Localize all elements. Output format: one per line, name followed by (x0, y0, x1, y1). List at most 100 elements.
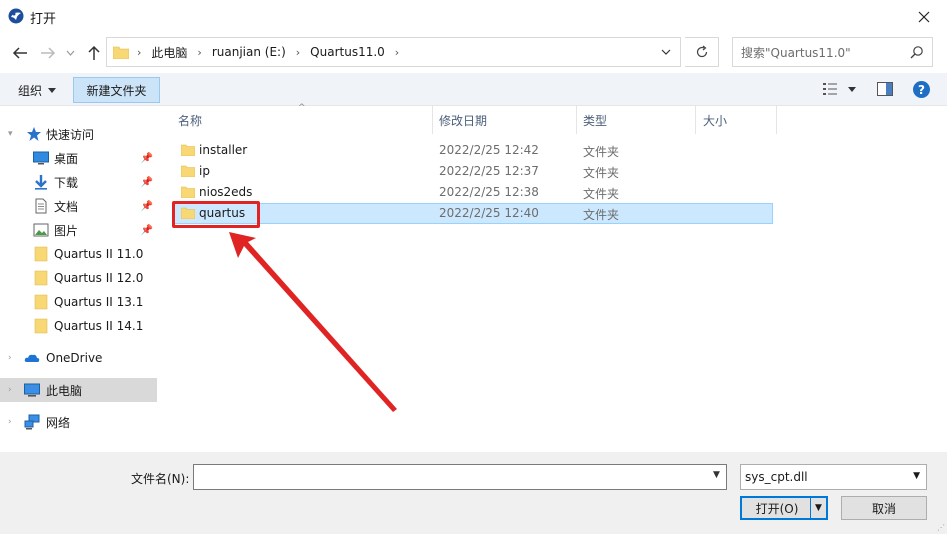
sidebar-item-label: 文档 (54, 199, 79, 214)
breadcrumb-separator: › (394, 45, 400, 59)
picture-icon (33, 223, 49, 237)
preview-pane-icon[interactable] (877, 82, 893, 96)
column-header-size[interactable]: 大小 (703, 106, 727, 134)
sidebar-item-onedrive[interactable]: › OneDrive (0, 346, 157, 370)
file-date: 2022/2/25 12:37 (439, 164, 539, 178)
file-type-filter[interactable]: sys_cpt.dll ▼ (740, 464, 927, 490)
view-options-button[interactable] (822, 82, 856, 96)
file-name: ip (199, 164, 210, 178)
open-button[interactable]: 打开(O) ▼ (740, 496, 828, 520)
address-bar[interactable]: › 此电脑 › ruanjian (E:) › Quartus11.0 › (106, 37, 681, 67)
sidebar-item-label: 快速访问 (46, 127, 95, 142)
network-icon (24, 414, 40, 430)
address-history-dropdown[interactable] (652, 38, 680, 66)
column-header-name[interactable]: 名称 (178, 106, 202, 134)
breadcrumb-separator: › (295, 45, 301, 59)
arrow-up-icon (88, 45, 100, 60)
expand-icon[interactable]: › (8, 385, 12, 395)
sidebar-item-quartus-14[interactable]: Quartus II 14.1 (0, 314, 157, 338)
column-header-date[interactable]: 修改日期 (439, 106, 487, 134)
command-toolbar: 组织 新建文件夹 ? (0, 73, 947, 106)
sidebar-item-quick-access[interactable]: ▾ 快速访问 (0, 122, 157, 146)
resize-grip-icon[interactable]: ⋰ (937, 523, 945, 532)
breadcrumb-separator: › (197, 45, 202, 59)
file-type: 文件夹 (583, 208, 620, 222)
navigation-pane: ▾ 快速访问 桌面 📌 下载 📌 文档 📌 图片 📌 Quartus II 11… (0, 106, 160, 452)
file-date: 2022/2/25 12:38 (439, 185, 539, 199)
sidebar-item-pictures[interactable]: 图片 📌 (0, 218, 157, 242)
sidebar-item-label: 图片 (54, 223, 79, 238)
star-icon (27, 127, 41, 141)
cancel-button[interactable]: 取消 (841, 496, 927, 520)
file-type: 文件夹 (583, 187, 620, 201)
title-bar: 打开 (0, 0, 947, 33)
file-row[interactable]: installer 2022/2/25 12:42 文件夹 (173, 140, 773, 161)
column-divider[interactable] (576, 106, 577, 134)
window-title: 打开 (30, 12, 57, 27)
organize-menu[interactable]: 组织 (18, 82, 57, 99)
folder-icon (113, 46, 129, 59)
expand-icon[interactable]: › (8, 353, 12, 363)
expand-icon[interactable]: ▾ (8, 129, 13, 139)
sidebar-item-quartus-11[interactable]: Quartus II 11.0 (0, 242, 157, 266)
up-button[interactable] (82, 41, 106, 65)
open-options-dropdown[interactable]: ▼ (810, 498, 826, 518)
breadcrumb-this-pc[interactable]: 此电脑 (151, 44, 187, 61)
refresh-icon (696, 45, 707, 58)
app-icon (8, 8, 24, 24)
file-type-filter-value: sys_cpt.dll (745, 470, 808, 484)
column-header-type[interactable]: 类型 (583, 106, 607, 134)
filename-label: 文件名(N): (131, 472, 190, 486)
breadcrumb-drive[interactable]: ruanjian (E:) (212, 45, 286, 59)
forward-button[interactable] (36, 41, 60, 65)
help-button[interactable]: ? (913, 81, 930, 98)
pin-icon: 📌 (140, 152, 153, 164)
search-box[interactable]: 搜索"Quartus11.0" (732, 37, 933, 67)
filename-input[interactable] (193, 464, 727, 490)
sidebar-item-quartus-12[interactable]: Quartus II 12.0 (0, 266, 157, 290)
column-divider[interactable] (432, 106, 433, 134)
sidebar-item-label: 此电脑 (46, 383, 83, 398)
caret-down-icon (848, 86, 856, 92)
chevron-down-icon: ▼ (913, 471, 920, 481)
cloud-icon (24, 354, 40, 362)
back-button[interactable] (8, 41, 32, 65)
file-row[interactable]: ip 2022/2/25 12:37 文件夹 (173, 161, 773, 182)
sidebar-item-quartus-13[interactable]: Quartus II 13.1 (0, 290, 157, 314)
file-date: 2022/2/25 12:40 (439, 206, 539, 220)
folder-icon (34, 318, 48, 334)
file-row-selected[interactable]: quartus 2022/2/25 12:40 文件夹 (173, 203, 773, 224)
sidebar-item-this-pc[interactable]: › 此电脑 (0, 378, 157, 402)
breadcrumb-folder[interactable]: Quartus11.0 (310, 45, 385, 59)
sidebar-item-desktop[interactable]: 桌面 📌 (0, 146, 157, 170)
computer-icon (24, 383, 40, 397)
column-divider[interactable] (695, 106, 696, 134)
sidebar-item-downloads[interactable]: 下载 📌 (0, 170, 157, 194)
file-type: 文件夹 (583, 145, 620, 159)
arrow-left-icon (12, 47, 27, 59)
expand-icon[interactable]: › (8, 417, 12, 427)
document-icon (35, 198, 47, 214)
organize-label: 组织 (18, 84, 43, 98)
file-row[interactable]: nios2eds 2022/2/25 12:38 文件夹 (173, 182, 773, 203)
sort-ascending-icon: ^ (298, 103, 306, 113)
file-date: 2022/2/25 12:42 (439, 143, 539, 157)
sidebar-item-label: Quartus II 11.0 (54, 247, 144, 261)
refresh-button[interactable] (685, 37, 719, 67)
close-button[interactable] (901, 0, 947, 33)
sidebar-item-label: Quartus II 14.1 (54, 319, 144, 333)
sidebar-item-label: 网络 (46, 415, 71, 430)
recent-locations-button[interactable] (62, 41, 78, 65)
desktop-icon (33, 151, 49, 165)
new-folder-button[interactable]: 新建文件夹 (73, 77, 160, 103)
folder-icon (34, 270, 48, 286)
sidebar-item-documents[interactable]: 文档 📌 (0, 194, 157, 218)
folder-icon (34, 246, 48, 262)
column-divider[interactable] (776, 106, 777, 134)
sidebar-item-network[interactable]: › 网络 (0, 410, 157, 434)
search-icon[interactable] (910, 45, 924, 59)
folder-icon (34, 294, 48, 310)
breadcrumb-separator: › (137, 45, 142, 59)
dialog-footer: 文件名(N): ▼ sys_cpt.dll ▼ 打开(O) ▼ 取消 ⋰ (0, 452, 947, 534)
pin-icon: 📌 (140, 176, 153, 188)
